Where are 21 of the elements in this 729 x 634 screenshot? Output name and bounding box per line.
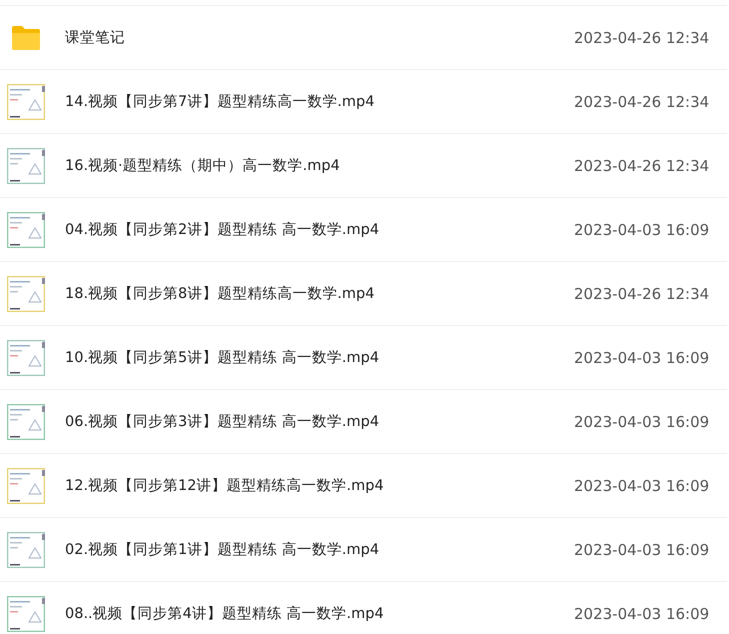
file-name[interactable]: 10.视频【同步第5讲】题型精练 高一数学.mp4 xyxy=(65,348,574,367)
file-name[interactable]: 02.视频【同步第1讲】题型精练 高一数学.mp4 xyxy=(65,540,574,559)
file-name[interactable]: 14.视频【同步第7讲】题型精练高一数学.mp4 xyxy=(65,92,574,111)
modified-date: 2023-04-26 12:34 xyxy=(574,28,710,46)
modified-date: 2023-04-03 16:09 xyxy=(574,220,710,238)
modified-date: 2023-04-26 12:34 xyxy=(574,156,710,174)
file-name[interactable]: 08..视频【同步第4讲】题型精练 高一数学.mp4 xyxy=(65,604,574,623)
modified-date: 2023-04-03 16:09 xyxy=(574,540,710,558)
modified-date: 2023-04-26 12:34 xyxy=(574,284,710,302)
modified-date: 2023-04-03 16:09 xyxy=(574,476,710,494)
file-name[interactable]: 16.视频·题型精练（期中）高一数学.mp4 xyxy=(65,156,574,175)
folder-icon xyxy=(10,24,42,50)
file-name[interactable]: 课堂笔记 xyxy=(65,28,574,47)
modified-date: 2023-04-26 12:34 xyxy=(574,92,710,110)
modified-date: 2023-04-03 16:09 xyxy=(574,604,710,622)
file-name[interactable]: 04.视频【同步第2讲】题型精练 高一数学.mp4 xyxy=(65,220,574,239)
modified-date: 2023-04-03 16:09 xyxy=(574,412,710,430)
file-name[interactable]: 18.视频【同步第8讲】题型精练高一数学.mp4 xyxy=(65,284,574,303)
file-name[interactable]: 06.视频【同步第3讲】题型精练 高一数学.mp4 xyxy=(65,412,574,431)
file-name[interactable]: 12.视频【同步第12讲】题型精练高一数学.mp4 xyxy=(65,476,574,495)
modified-date: 2023-04-03 16:09 xyxy=(574,348,710,366)
